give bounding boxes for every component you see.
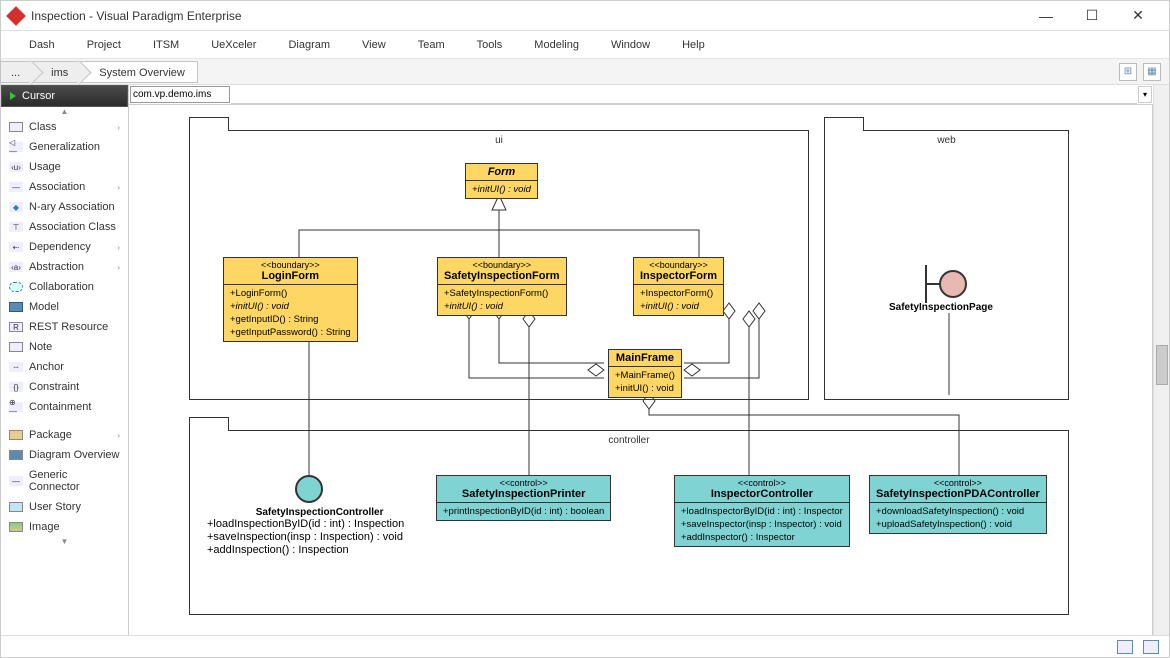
minimize-button[interactable]: — <box>1023 1 1069 31</box>
package-path-input[interactable] <box>130 86 230 103</box>
panel-icon[interactable]: ▦ <box>1143 63 1161 81</box>
package-dropdown-icon[interactable]: ▾ <box>1138 86 1152 103</box>
mail-icon[interactable] <box>1117 640 1133 654</box>
package-label-web: web <box>825 135 1068 146</box>
generic-conn-icon: — <box>9 476 23 486</box>
palette-rest[interactable]: RREST Resource <box>1 317 128 337</box>
uml-class-pdacontroller[interactable]: <<control>>SafetyInspectionPDAController… <box>869 475 1047 534</box>
palette-image[interactable]: Image <box>1 517 128 537</box>
user-story-icon <box>9 502 23 512</box>
note-icon <box>9 342 23 352</box>
uml-package-web[interactable]: web <box>824 130 1069 400</box>
menu-window[interactable]: Window <box>595 39 666 51</box>
uml-control-safetyinspectioncontroller[interactable]: SafetyInspectionController +loadInspecti… <box>295 475 404 557</box>
model-icon <box>9 302 23 312</box>
palette-cursor[interactable]: Cursor <box>1 85 128 107</box>
containment-icon: ⊕— <box>9 402 23 412</box>
palette-usage[interactable]: ‹u›Usage <box>1 157 128 177</box>
class-icon <box>9 122 23 132</box>
assoc-class-icon: ⊤ <box>9 222 23 232</box>
association-icon: — <box>9 182 23 192</box>
menu-team[interactable]: Team <box>402 39 461 51</box>
abstraction-icon: ‹a› <box>9 262 23 272</box>
palette-dependency[interactable]: ⇠Dependency› <box>1 237 128 257</box>
menu-itsm[interactable]: ITSM <box>137 39 195 51</box>
rest-icon: R <box>9 322 23 332</box>
palette-user-story[interactable]: User Story <box>1 497 128 517</box>
palette-containment[interactable]: ⊕—Containment <box>1 397 128 417</box>
package-icon <box>9 430 23 440</box>
doc-icon[interactable] <box>1143 640 1159 654</box>
palette-collapse-icon[interactable]: ▲ <box>1 107 128 117</box>
palette-association[interactable]: —Association› <box>1 177 128 197</box>
palette-model[interactable]: Model <box>1 297 128 317</box>
crumb-system-overview[interactable]: System Overview <box>80 61 198 83</box>
statusbar <box>1 635 1169 657</box>
tool-palette: Cursor ▲ Class› ◁—Generalization ‹u›Usag… <box>1 85 129 635</box>
uml-boundary-safetyinspectionpage[interactable]: SafetyInspectionPage <box>939 270 993 313</box>
palette-generalization[interactable]: ◁—Generalization <box>1 137 128 157</box>
uml-class-loginform[interactable]: <<boundary>>LoginForm +LoginForm() +init… <box>223 257 358 342</box>
layout-icon[interactable]: ⊞ <box>1119 63 1137 81</box>
titlebar: Inspection - Visual Paradigm Enterprise … <box>1 1 1169 31</box>
breadcrumb-toolbar: ... ims System Overview ⊞ ▦ <box>1 59 1169 85</box>
palette-constraint[interactable]: {}Constraint <box>1 377 128 397</box>
breadcrumb: ... ims System Overview <box>1 59 198 84</box>
palette-assoc-class[interactable]: ⊤Association Class <box>1 217 128 237</box>
palette-collaboration[interactable]: Collaboration <box>1 277 128 297</box>
menu-tools[interactable]: Tools <box>461 39 519 51</box>
diagram-canvas[interactable]: ui web controller Form +initUI() : void … <box>129 105 1153 635</box>
palette-note[interactable]: Note <box>1 337 128 357</box>
uml-class-mainframe[interactable]: MainFrame +MainFrame()+initUI() : void <box>608 349 682 398</box>
collaboration-icon <box>9 282 23 292</box>
usage-icon: ‹u› <box>9 162 23 172</box>
window-title: Inspection - Visual Paradigm Enterprise <box>31 9 1023 23</box>
uml-class-inspectorcontroller[interactable]: <<control>>InspectorController +loadInsp… <box>674 475 850 547</box>
maximize-button[interactable]: ☐ <box>1069 1 1115 31</box>
crumb-root[interactable]: ... <box>0 61 33 83</box>
palette-diag-overview[interactable]: Diagram Overview <box>1 445 128 465</box>
generalization-icon: ◁— <box>9 142 23 152</box>
uml-class-safetyinspectionprinter[interactable]: <<control>>SafetyInspectionPrinter +prin… <box>436 475 611 521</box>
anchor-icon: ┄ <box>9 362 23 372</box>
menu-view[interactable]: View <box>346 39 402 51</box>
palette-package[interactable]: Package› <box>1 425 128 445</box>
menu-project[interactable]: Project <box>71 39 137 51</box>
app-logo-icon <box>6 6 26 26</box>
package-label-ui: ui <box>190 135 808 146</box>
package-path-bar: ▾ <box>129 85 1153 105</box>
dependency-icon: ⇠ <box>9 242 23 252</box>
palette-generic-conn[interactable]: —Generic Connector <box>1 465 128 497</box>
menu-diagram[interactable]: Diagram <box>272 39 346 51</box>
scrollbar-thumb[interactable] <box>1156 345 1168 385</box>
cursor-icon <box>10 92 16 100</box>
menu-uexceler[interactable]: UeXceler <box>195 39 272 51</box>
palette-anchor[interactable]: ┄Anchor <box>1 357 128 377</box>
menubar: Dash Project ITSM UeXceler Diagram View … <box>1 31 1169 59</box>
close-button[interactable]: ✕ <box>1115 1 1161 31</box>
palette-abstraction[interactable]: ‹a›Abstraction› <box>1 257 128 277</box>
uml-class-safetyinspectionform[interactable]: <<boundary>>SafetyInspectionForm +Safety… <box>437 257 567 316</box>
package-label-controller: controller <box>190 435 1068 446</box>
diag-overview-icon <box>9 450 23 460</box>
palette-expand-icon[interactable]: ▼ <box>1 537 128 547</box>
menu-help[interactable]: Help <box>666 39 721 51</box>
uml-class-form[interactable]: Form +initUI() : void <box>465 163 538 199</box>
nary-icon: ◆ <box>9 202 23 212</box>
palette-class[interactable]: Class› <box>1 117 128 137</box>
constraint-icon: {} <box>9 382 23 392</box>
vertical-scrollbar[interactable] <box>1153 85 1169 635</box>
menu-modeling[interactable]: Modeling <box>518 39 595 51</box>
menu-dash[interactable]: Dash <box>13 39 71 51</box>
uml-class-inspectorform[interactable]: <<boundary>>InspectorForm +InspectorForm… <box>633 257 724 316</box>
image-icon <box>9 522 23 532</box>
palette-nary[interactable]: ◆N-ary Association <box>1 197 128 217</box>
